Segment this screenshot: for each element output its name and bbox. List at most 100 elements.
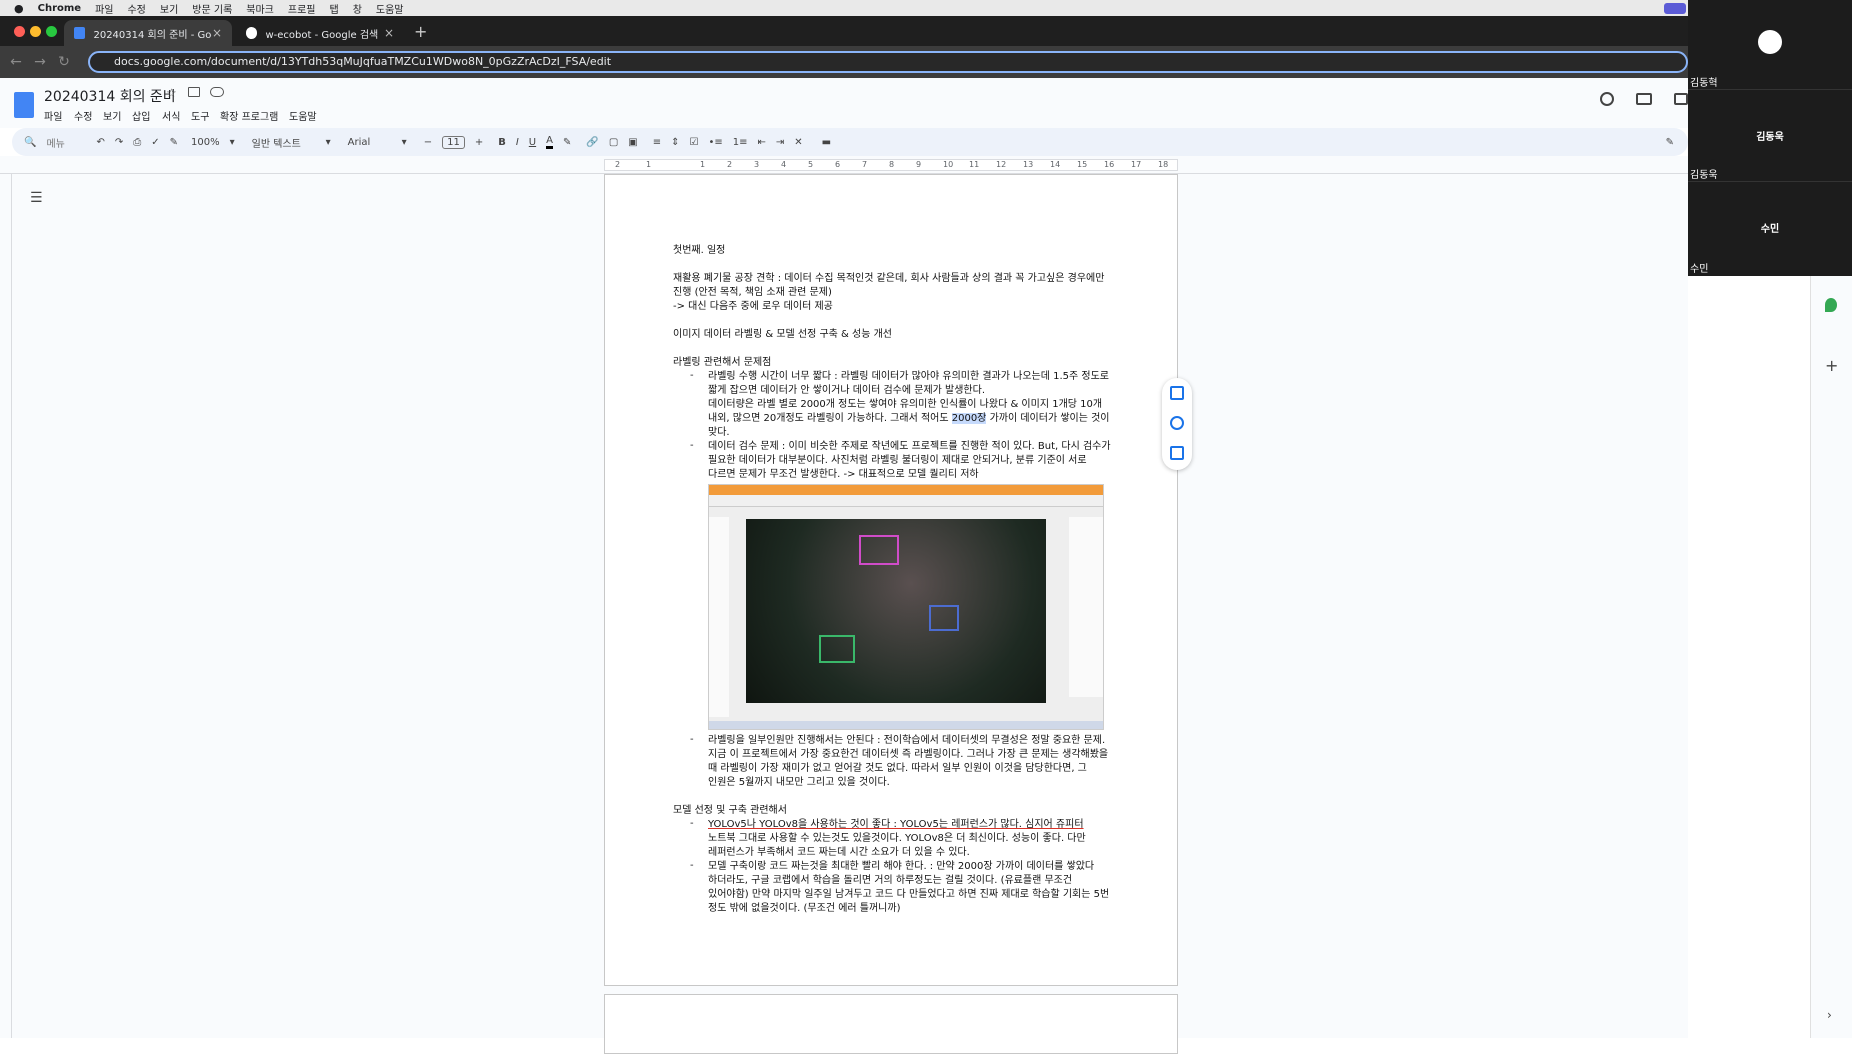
vertical-ruler[interactable] — [0, 174, 12, 1038]
menu-profiles[interactable]: 프로필 — [288, 1, 316, 16]
document-outline-icon[interactable]: ☰ — [30, 190, 43, 206]
menu-view[interactable]: 보기 — [160, 1, 178, 16]
clear-formatting-icon[interactable]: ✕ — [794, 137, 802, 148]
style-select[interactable]: 일반 텍스트 — [252, 135, 316, 150]
emoji-reaction-icon[interactable] — [1170, 416, 1184, 430]
align-icon[interactable]: ≡ — [653, 137, 661, 148]
new-tab-button[interactable]: + — [414, 22, 427, 41]
cloud-status-icon[interactable] — [210, 87, 224, 97]
search-menus-icon[interactable]: 🔍 — [24, 137, 36, 148]
maps-icon[interactable] — [1825, 298, 1837, 312]
tab-close-icon[interactable]: × — [212, 26, 222, 40]
doc-line: 라벨링을 일부인원만 진행해서는 안된다 : 전이학습에서 데이터셋의 무결성은… — [708, 735, 1106, 746]
embedded-labeling-screenshot[interactable] — [708, 484, 1104, 730]
participant-tile[interactable]: 수민 수민 — [1688, 182, 1852, 276]
address-bar[interactable]: docs.google.com/document/d/13YTdh53qMuJq… — [88, 51, 1688, 73]
ruler-tick: 3 — [754, 160, 760, 169]
browser-toolbar: ← → ↻ docs.google.com/document/d/13YTdh5… — [0, 46, 1688, 78]
url-text: docs.google.com/document/d/13YTdh53qMuJq… — [114, 55, 612, 68]
comments-icon[interactable] — [1636, 93, 1652, 105]
checklist-icon[interactable]: ☑ — [690, 137, 699, 148]
bulleted-list-icon[interactable]: •≡ — [708, 137, 722, 148]
redo-icon[interactable]: ↷ — [115, 137, 123, 148]
increase-font-size-icon[interactable]: + — [475, 137, 483, 148]
doc-line: 이미지 데이터 라벨링 & 모델 선정 구축 & 성능 개선 — [673, 329, 893, 340]
tab-docs[interactable]: 20240314 회의 준비 - Google D × — [64, 20, 232, 46]
close-window-button[interactable] — [14, 26, 25, 37]
docs-menu-view[interactable]: 보기 — [103, 108, 121, 123]
reload-icon[interactable]: ↻ — [52, 54, 76, 70]
meet-icon[interactable] — [1674, 93, 1688, 105]
menu-edit[interactable]: 수정 — [127, 1, 145, 16]
insert-image-icon[interactable]: ▣ — [628, 137, 637, 148]
docs-toolbar: 🔍 메뉴 ↶ ↷ ⎙ ✓ ✎ 100% ▾ 일반 텍스트 ▾ Arial ▾ −… — [12, 128, 1688, 156]
screen-share-icon[interactable] — [1664, 2, 1686, 14]
print-icon[interactable]: ⎙ — [133, 137, 141, 148]
menu-tab[interactable]: 탭 — [330, 1, 339, 16]
italic-button[interactable]: I — [516, 137, 519, 148]
font-size-input[interactable]: 11 — [442, 135, 465, 149]
suggest-edits-icon[interactable] — [1170, 446, 1184, 460]
docs-menu-insert[interactable]: 삽입 — [132, 108, 150, 123]
spellcheck-icon[interactable]: ✓ — [151, 137, 159, 148]
expand-panel-icon[interactable]: › — [1827, 1008, 1832, 1022]
tab-search[interactable]: w-ecobot - Google 검색 × — [236, 20, 404, 46]
ruler-tick: 1 — [646, 160, 652, 169]
highlight-color-icon[interactable]: ✎ — [563, 137, 571, 148]
participant-tile[interactable]: 김동욱 김동욱 — [1688, 90, 1852, 182]
maximize-window-button[interactable] — [46, 26, 57, 37]
star-icon[interactable]: ☆ — [166, 86, 177, 100]
doc-line: 진행 (안전 목적, 책임 소재 관련 문제) — [673, 287, 832, 298]
participant-name: 김동혁 — [1690, 78, 1718, 89]
document-page[interactable] — [604, 994, 1178, 1054]
document-title[interactable]: 20240314 회의 준비 — [44, 86, 176, 106]
floating-action-panel — [1162, 378, 1192, 470]
doc-line: 때 라벨링이 가장 재미가 없고 얻어갈 것도 없다. 따라서 일부 인원이 이… — [708, 763, 1087, 774]
editing-mode-icon[interactable]: ✎ — [1666, 137, 1674, 148]
tab-close-icon[interactable]: × — [384, 26, 394, 40]
docs-logo-icon[interactable] — [14, 92, 34, 118]
participant-tile[interactable]: 김동혁 — [1688, 0, 1852, 90]
add-comment-icon[interactable] — [1170, 386, 1184, 400]
undo-icon[interactable]: ↶ — [96, 137, 104, 148]
back-icon[interactable]: ← — [4, 54, 28, 70]
font-select[interactable]: Arial — [348, 137, 392, 148]
paint-format-icon[interactable]: ✎ — [170, 137, 178, 148]
menu-help[interactable]: 도움말 — [376, 1, 404, 16]
insert-link-icon[interactable]: 🔗 — [586, 137, 598, 148]
input-tools-icon[interactable]: ▬ — [822, 137, 831, 148]
increase-indent-icon[interactable]: ⇥ — [776, 137, 784, 148]
version-history-icon[interactable] — [1600, 92, 1614, 106]
docs-menu-tools[interactable]: 도구 — [191, 108, 209, 123]
doc-line: 데이터 검수 문제 : 이미 비슷한 주제로 작년에도 프로젝트를 진행한 적이… — [708, 441, 1111, 452]
selected-text[interactable]: 2000장 — [951, 413, 987, 424]
menu-bookmarks[interactable]: 북마크 — [246, 1, 274, 16]
zoom-select[interactable]: 100% — [191, 137, 220, 148]
add-comment-icon[interactable]: ▢ — [609, 137, 618, 148]
docs-menu-file[interactable]: 파일 — [44, 108, 62, 123]
menu-history[interactable]: 방문 기록 — [192, 1, 232, 16]
forward-icon[interactable]: → — [28, 54, 52, 70]
move-folder-icon[interactable] — [188, 87, 200, 97]
doc-line: 데이터량은 라벨 별로 2000개 정도는 쌓여야 유의미한 인식률이 나왔다 … — [708, 399, 1103, 410]
numbered-list-icon[interactable]: 1≡ — [733, 137, 748, 148]
docs-menu-format[interactable]: 서식 — [162, 108, 180, 123]
docs-menu-help[interactable]: 도움말 — [289, 108, 317, 123]
horizontal-ruler[interactable]: 2 1 1 2 3 4 5 6 7 8 9 10 11 12 13 14 15 … — [0, 156, 1688, 174]
bold-button[interactable]: B — [498, 137, 506, 148]
decrease-font-size-icon[interactable]: − — [424, 137, 432, 148]
search-menus-label[interactable]: 메뉴 — [46, 135, 86, 150]
underline-button[interactable]: U — [529, 137, 536, 148]
menu-app-name[interactable]: Chrome — [38, 3, 81, 14]
line-spacing-icon[interactable]: ⇕ — [671, 137, 679, 148]
ruler-tick: 11 — [969, 160, 980, 169]
apple-menu-icon[interactable]: ● — [14, 2, 24, 15]
docs-menu-edit[interactable]: 수정 — [74, 108, 92, 123]
text-color-button[interactable]: A — [546, 135, 553, 149]
docs-menu-extensions[interactable]: 확장 프로그램 — [220, 108, 278, 123]
add-addon-icon[interactable]: + — [1825, 356, 1838, 375]
menu-window[interactable]: 창 — [353, 1, 362, 16]
menu-file[interactable]: 파일 — [95, 1, 113, 16]
decrease-indent-icon[interactable]: ⇤ — [758, 137, 766, 148]
minimize-window-button[interactable] — [30, 26, 41, 37]
